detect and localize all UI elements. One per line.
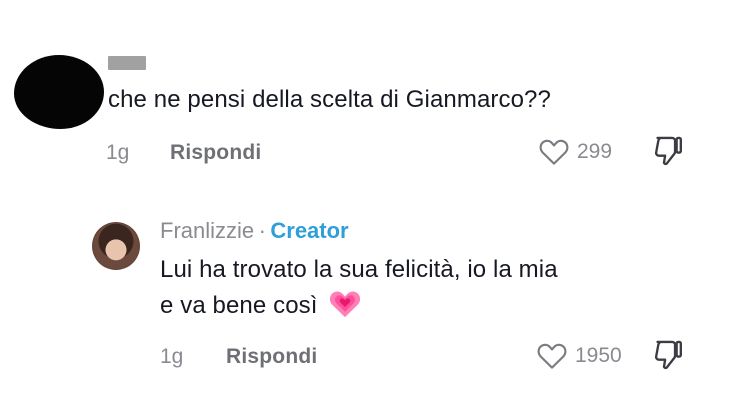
heart-icon[interactable]: [538, 136, 570, 166]
creator-badge: Creator: [270, 218, 349, 243]
avatar[interactable]: [14, 55, 104, 129]
comment-age: 1g: [106, 141, 130, 164]
heart-icon[interactable]: [536, 340, 568, 370]
separator-dot: ·: [258, 218, 266, 243]
reply-text-line-2: e va bene così: [160, 292, 318, 319]
reply-text-line-1: Lui ha trovato la sua felicità, io la mi…: [160, 256, 558, 283]
thumbs-down-icon[interactable]: [652, 338, 684, 372]
thumbs-down-icon[interactable]: [652, 134, 684, 168]
growing-heart-emoji: [328, 287, 362, 330]
reply-button[interactable]: Rispondi: [170, 141, 261, 165]
comment-text: che ne pensi della scelta di Gianmarco??: [108, 86, 551, 113]
reply-header: Franlizzie · Creator: [160, 218, 349, 244]
reply-age: 1g: [160, 345, 184, 368]
reply-username[interactable]: Franlizzie: [160, 218, 254, 243]
creator-avatar[interactable]: [92, 222, 140, 270]
redacted-username: [108, 56, 146, 70]
reply-text-line-2-row: e va bene così: [160, 287, 362, 330]
reply-like-count: 1950: [575, 344, 622, 367]
like-count: 299: [577, 140, 613, 163]
reply-reply-button[interactable]: Rispondi: [226, 345, 317, 369]
